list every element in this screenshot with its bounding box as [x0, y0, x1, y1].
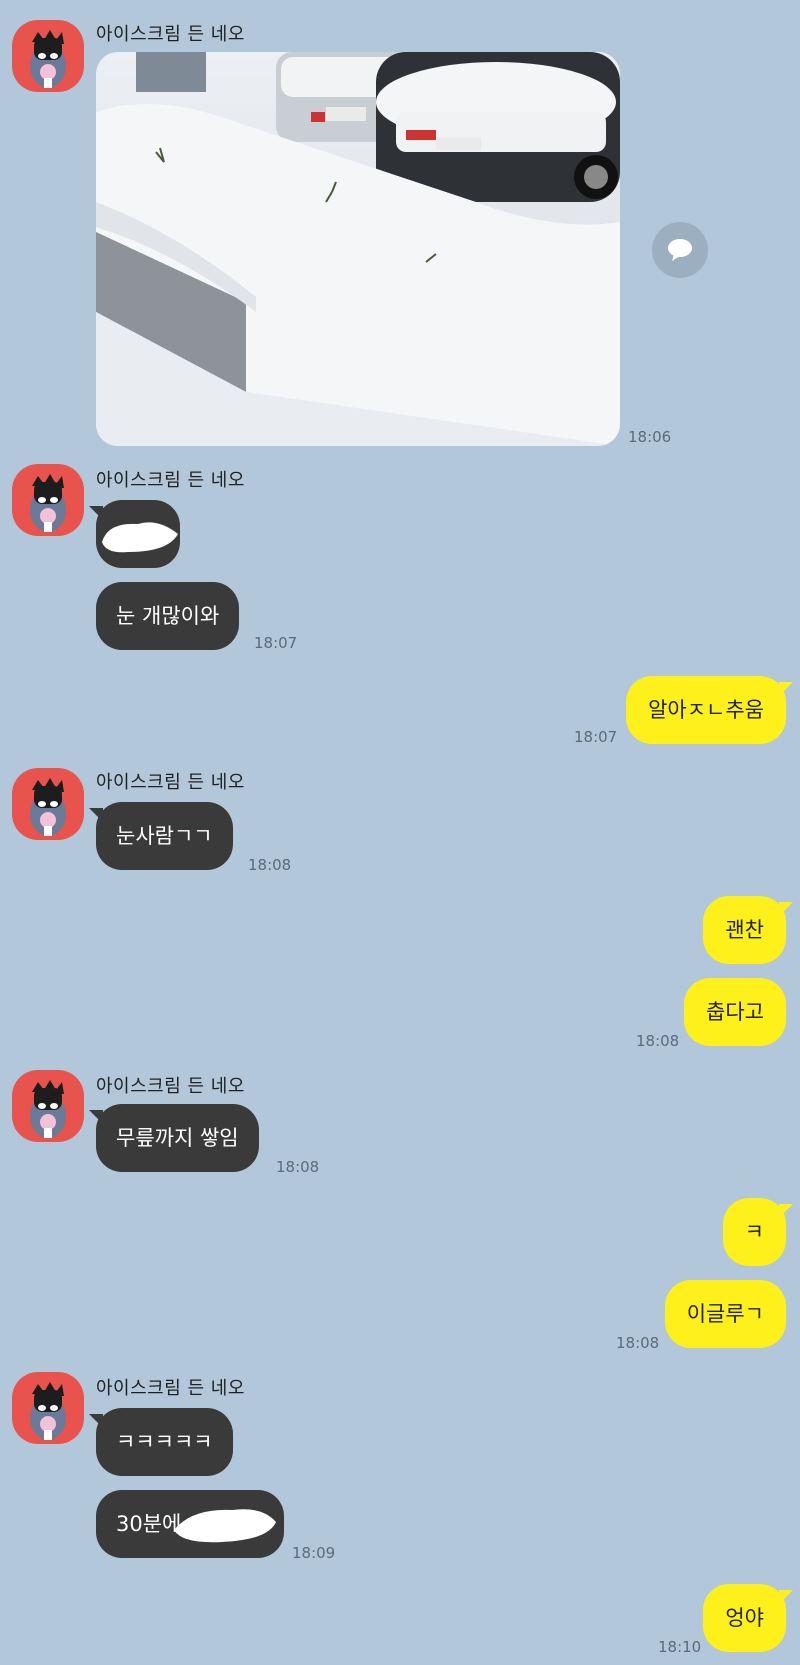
bubble-tail [779, 1590, 793, 1604]
bubble-tail [779, 902, 793, 916]
redaction-mark [174, 1509, 276, 1543]
bubble-tail [779, 682, 793, 696]
bubble-tail [89, 1414, 103, 1428]
message-bubble[interactable]: 무릎까지 쌓임 [89, 1104, 259, 1172]
avatar[interactable] [12, 464, 84, 536]
neo-avatar-icon [30, 1382, 66, 1440]
neo-avatar-icon [30, 778, 66, 836]
bubble-tail [779, 1204, 793, 1218]
neo-avatar-icon [30, 474, 66, 532]
timestamp: 18:09 [292, 1544, 336, 1562]
message-text: 무릎까지 쌓임 [116, 1126, 239, 1150]
message-text: 눈 개많이와 [116, 604, 220, 628]
message-bubble[interactable]: 눈사람ㄱㄱ [89, 802, 233, 870]
message-text: ㅋ [744, 1220, 764, 1244]
speech-bubble-icon [668, 239, 692, 261]
share-button[interactable] [652, 222, 708, 278]
timestamp: 18:08 [636, 1032, 680, 1050]
shared-photo[interactable] [96, 52, 620, 446]
sender-name: 아이스크림 든 네오 [96, 470, 245, 491]
neo-avatar-icon [30, 1080, 66, 1138]
timestamp: 18:08 [616, 1334, 660, 1352]
message-text: 알아ㅈㄴ추움 [648, 698, 764, 722]
neo-avatar-icon [30, 30, 66, 88]
timestamp: 18:08 [276, 1158, 320, 1176]
avatar[interactable] [12, 1070, 84, 1142]
bubble-tail [89, 1110, 103, 1124]
avatar[interactable] [12, 20, 84, 92]
message-bubble-partially-redacted[interactable]: 30분에 [96, 1490, 284, 1558]
sent-message-bubble[interactable]: 괜찬 [703, 896, 793, 964]
message-text: ㅋㅋㅋㅋㅋ [116, 1430, 213, 1454]
sent-message-bubble[interactable]: 엉야 [703, 1584, 793, 1652]
sender-name: 아이스크림 든 네오 [96, 24, 245, 45]
avatar[interactable] [12, 1372, 84, 1444]
avatar[interactable] [12, 768, 84, 840]
sent-message-bubble[interactable]: 알아ㅈㄴ추움 [626, 676, 793, 744]
timestamp: 18:07 [574, 728, 618, 746]
sender-name: 아이스크림 든 네오 [96, 1076, 245, 1097]
sent-message-bubble[interactable]: ㅋ [722, 1198, 793, 1266]
timestamp: 18:06 [628, 428, 672, 446]
sender-name: 아이스크림 든 네오 [96, 772, 245, 793]
snow-scene-image [96, 52, 620, 446]
message-text: 엉야 [725, 1606, 764, 1630]
timestamp: 18:10 [658, 1638, 702, 1656]
redaction-mark [102, 522, 178, 553]
bubble-tail [89, 808, 103, 822]
message-text: 이글루ㄱ [686, 1302, 764, 1326]
sent-message-bubble[interactable]: 이글루ㄱ [664, 1280, 786, 1348]
timestamp: 18:07 [254, 634, 298, 652]
timestamp: 18:08 [248, 856, 292, 874]
message-text: 괜찬 [725, 918, 764, 942]
sent-message-bubble[interactable]: 춥다고 [684, 978, 786, 1046]
message-bubble-redacted[interactable] [89, 500, 180, 568]
message-text: 눈사람ㄱㄱ [116, 824, 213, 848]
message-text: 춥다고 [706, 1000, 764, 1024]
message-bubble[interactable]: ㅋㅋㅋㅋㅋ [89, 1408, 233, 1476]
sender-name: 아이스크림 든 네오 [96, 1378, 245, 1399]
message-bubble[interactable]: 눈 개많이와 [96, 582, 240, 650]
